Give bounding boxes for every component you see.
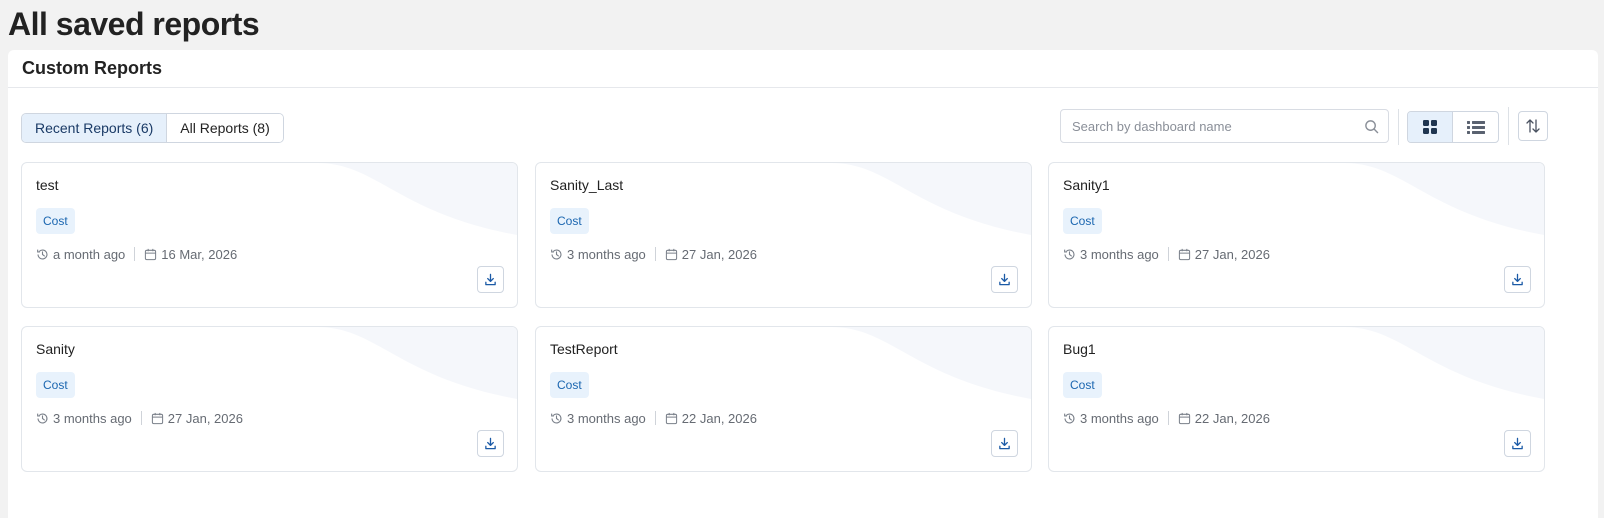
- download-icon: [999, 273, 1010, 286]
- panel-header: Custom Reports: [8, 50, 1598, 88]
- list-view-button[interactable]: [1453, 112, 1498, 142]
- download-icon: [1512, 273, 1523, 286]
- panel-title: Custom Reports: [22, 58, 163, 78]
- toolbar-divider: [1508, 107, 1509, 145]
- download-icon: [999, 437, 1010, 450]
- search-input[interactable]: [1061, 110, 1351, 142]
- report-card[interactable]: Sanity1 Cost 3 months ago 27 Jan, 2026: [1048, 162, 1545, 308]
- tab-recent-reports[interactable]: Recent Reports (6): [22, 114, 168, 142]
- download-button[interactable]: [1504, 430, 1531, 457]
- report-card[interactable]: TestReport Cost 3 months ago 22 Jan, 202…: [535, 326, 1032, 472]
- grid-view-icon: [1423, 120, 1437, 134]
- report-name[interactable]: test: [36, 177, 59, 193]
- report-tag: Cost: [36, 208, 75, 234]
- card-decoration: [317, 327, 517, 399]
- list-view-icon: [1466, 121, 1485, 134]
- report-relative-time: 3 months ago: [567, 410, 646, 426]
- download-button[interactable]: [477, 266, 504, 293]
- report-card[interactable]: Bug1 Cost 3 months ago 22 Jan, 2026: [1048, 326, 1545, 472]
- report-date: 27 Jan, 2026: [167, 410, 243, 426]
- report-relative-time: 3 months ago: [567, 246, 646, 262]
- report-card[interactable]: Sanity_Last Cost 3 months ago 27 Jan, 20…: [535, 162, 1032, 308]
- download-button[interactable]: [1504, 266, 1531, 293]
- report-name[interactable]: Bug1: [1063, 341, 1096, 357]
- page-title: All saved reports: [8, 6, 260, 42]
- report-meta: 3 months ago 27 Jan, 2026: [1063, 245, 1270, 263]
- report-tag: Cost: [550, 208, 589, 234]
- report-relative-time: a month ago: [53, 246, 126, 262]
- report-date: 22 Jan, 2026: [1194, 410, 1270, 426]
- report-tag: Cost: [1063, 208, 1102, 234]
- download-icon: [485, 437, 496, 450]
- download-icon: [485, 273, 496, 286]
- report-date: 16 Mar, 2026: [161, 246, 238, 262]
- report-date: 22 Jan, 2026: [681, 410, 757, 426]
- calendar-icon: [151, 412, 163, 424]
- history-icon: [37, 248, 48, 259]
- card-decoration: [1344, 163, 1544, 235]
- history-icon: [37, 412, 48, 423]
- card-decoration: [831, 327, 1031, 399]
- tab-all-reports[interactable]: All Reports (8): [167, 114, 283, 142]
- toolbar-divider: [1398, 109, 1399, 145]
- report-meta: 3 months ago 22 Jan, 2026: [1063, 409, 1270, 427]
- calendar-icon: [665, 412, 677, 424]
- report-relative-time: 3 months ago: [53, 410, 132, 426]
- report-meta: 3 months ago 27 Jan, 2026: [36, 409, 243, 427]
- calendar-icon: [1178, 412, 1190, 424]
- download-icon: [1512, 437, 1523, 450]
- view-toggle: [1407, 111, 1499, 143]
- history-icon: [1064, 412, 1075, 423]
- report-relative-time: 3 months ago: [1080, 410, 1159, 426]
- report-relative-time: 3 months ago: [1080, 246, 1159, 262]
- report-name[interactable]: Sanity: [36, 341, 75, 357]
- report-name[interactable]: Sanity_Last: [550, 177, 623, 193]
- download-button[interactable]: [477, 430, 504, 457]
- sort-icon: [1526, 119, 1540, 133]
- calendar-icon: [145, 248, 157, 260]
- calendar-icon: [1178, 248, 1190, 260]
- report-name[interactable]: Sanity1: [1063, 177, 1110, 193]
- report-date: 27 Jan, 2026: [681, 246, 757, 262]
- report-tag: Cost: [550, 372, 589, 398]
- card-decoration: [1344, 327, 1544, 399]
- report-name[interactable]: TestReport: [550, 341, 618, 357]
- report-tabs: Recent Reports (6) All Reports (8): [21, 113, 284, 143]
- card-decoration: [317, 163, 517, 235]
- search-box: [1060, 109, 1389, 143]
- report-tag: Cost: [36, 372, 75, 398]
- sort-button[interactable]: [1518, 111, 1548, 141]
- history-icon: [551, 412, 562, 423]
- report-card[interactable]: Sanity Cost 3 months ago 27 Jan, 2026: [21, 326, 518, 472]
- grid-view-button[interactable]: [1408, 112, 1454, 142]
- history-icon: [1064, 248, 1075, 259]
- card-decoration: [831, 163, 1031, 235]
- report-date: 27 Jan, 2026: [1194, 246, 1270, 262]
- report-meta: 3 months ago 22 Jan, 2026: [550, 409, 757, 427]
- report-meta: 3 months ago 27 Jan, 2026: [550, 245, 757, 263]
- search-icon[interactable]: [1364, 119, 1379, 134]
- download-button[interactable]: [991, 430, 1018, 457]
- report-tag: Cost: [1063, 372, 1102, 398]
- download-button[interactable]: [991, 266, 1018, 293]
- history-icon: [551, 248, 562, 259]
- report-card[interactable]: test Cost a month ago 16 Mar, 2026: [21, 162, 518, 308]
- report-meta: a month ago 16 Mar, 2026: [36, 245, 237, 263]
- calendar-icon: [665, 248, 677, 260]
- custom-reports-panel: Custom Reports Recent Reports (6) All Re…: [8, 50, 1598, 518]
